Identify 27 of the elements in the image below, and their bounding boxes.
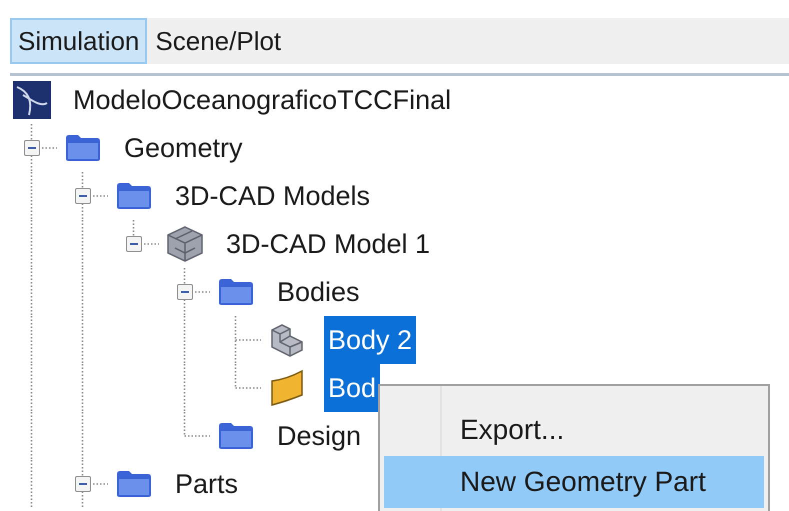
tab[interactable]: Scene/Plot xyxy=(147,18,290,64)
tree-item[interactable]: 3D-CAD Models xyxy=(171,172,374,220)
collapse-toggle[interactable] xyxy=(74,188,90,204)
menu-item[interactable]: New Geometry Part xyxy=(384,456,764,508)
folder-icon xyxy=(218,278,254,306)
folder-icon xyxy=(116,182,152,210)
folder-icon xyxy=(64,134,100,162)
tree-line xyxy=(132,220,159,245)
collapse-toggle[interactable] xyxy=(24,140,40,156)
collapse-toggle[interactable] xyxy=(74,476,90,492)
folder-icon xyxy=(218,422,254,450)
simulation-logo-icon xyxy=(12,81,50,119)
sheet-icon xyxy=(268,369,304,407)
tree-item[interactable]: Bod xyxy=(324,364,380,412)
tab[interactable]: Simulation xyxy=(10,18,148,64)
tree-item[interactable]: Bodies xyxy=(273,268,364,316)
collapse-toggle[interactable] xyxy=(176,284,192,300)
tree-item[interactable]: Design xyxy=(273,412,366,460)
menu-item[interactable]: Export... xyxy=(384,404,764,456)
tree-item[interactable]: 3D-CAD Model 1 xyxy=(222,220,434,268)
collapse-toggle[interactable] xyxy=(126,236,142,252)
tree-item[interactable]: ModeloOceanograficoTCCFinal xyxy=(69,76,456,124)
tree-item[interactable]: Geometry xyxy=(120,124,247,172)
tree-item[interactable]: Parts xyxy=(171,460,242,508)
cube-icon xyxy=(164,225,204,263)
tree-item[interactable]: Body 2 xyxy=(324,316,416,364)
folder-icon xyxy=(116,470,152,498)
